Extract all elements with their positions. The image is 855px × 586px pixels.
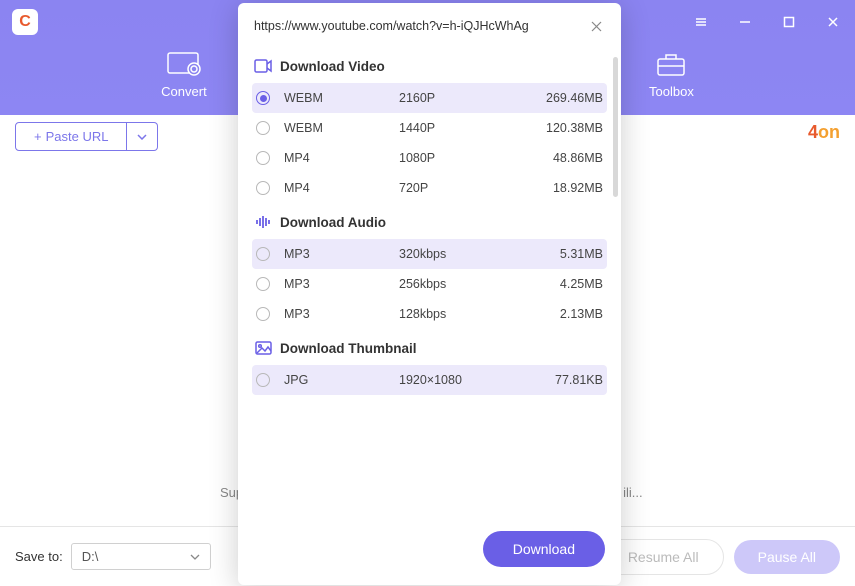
size-label: 5.31MB	[533, 247, 603, 261]
minimize-button[interactable]	[723, 0, 767, 44]
quality-label: 1080P	[399, 151, 533, 165]
audio-option-row[interactable]: MP3128kbps2.13MB	[252, 299, 607, 329]
radio[interactable]	[256, 373, 270, 387]
size-label: 4.25MB	[533, 277, 603, 291]
format-label: MP3	[284, 277, 399, 291]
paste-url-button[interactable]: +Paste URL	[15, 122, 127, 151]
tab-toolbox[interactable]: Toolbox	[649, 50, 694, 99]
quality-label: 128kbps	[399, 307, 533, 321]
format-label: MP4	[284, 151, 399, 165]
download-button[interactable]: Download	[483, 531, 605, 567]
brand-badge: 4on	[808, 122, 840, 143]
url-input[interactable]	[254, 19, 577, 33]
audio-icon	[254, 213, 272, 231]
video-icon	[254, 57, 272, 75]
quality-label: 720P	[399, 181, 533, 195]
size-label: 120.38MB	[533, 121, 603, 135]
tab-toolbox-label: Toolbox	[649, 84, 694, 99]
format-label: MP3	[284, 247, 399, 261]
video-option-row[interactable]: WEBM2160P269.46MB	[252, 83, 607, 113]
quality-label: 320kbps	[399, 247, 533, 261]
size-label: 2.13MB	[533, 307, 603, 321]
convert-icon	[166, 50, 202, 78]
download-options-modal: Download Video WEBM2160P269.46MBWEBM1440…	[238, 3, 621, 585]
radio[interactable]	[256, 91, 270, 105]
scrollbar[interactable]	[613, 57, 618, 197]
radio[interactable]	[256, 151, 270, 165]
format-label: JPG	[284, 373, 399, 387]
video-option-row[interactable]: MP4720P18.92MB	[252, 173, 607, 203]
format-label: WEBM	[284, 91, 399, 105]
radio[interactable]	[256, 307, 270, 321]
radio[interactable]	[256, 121, 270, 135]
menu-button[interactable]	[679, 0, 723, 44]
tab-convert-label: Convert	[161, 84, 207, 99]
video-section-title: Download Video	[280, 59, 385, 74]
format-label: WEBM	[284, 121, 399, 135]
size-label: 48.86MB	[533, 151, 603, 165]
saveto-select[interactable]: D:\	[71, 543, 211, 570]
format-label: MP3	[284, 307, 399, 321]
chevron-down-icon	[190, 554, 200, 560]
format-label: MP4	[284, 181, 399, 195]
close-button[interactable]	[811, 0, 855, 44]
toolbox-icon	[653, 50, 689, 78]
video-option-row[interactable]: MP41080P48.86MB	[252, 143, 607, 173]
app-logo: C	[12, 9, 38, 35]
radio[interactable]	[256, 181, 270, 195]
video-option-row[interactable]: WEBM1440P120.38MB	[252, 113, 607, 143]
size-label: 77.81KB	[533, 373, 603, 387]
pause-all-button[interactable]: Pause All	[734, 540, 840, 574]
quality-label: 1920×1080	[399, 373, 533, 387]
size-label: 18.92MB	[533, 181, 603, 195]
saveto-label: Save to:	[15, 549, 63, 564]
chevron-down-icon	[137, 134, 147, 140]
quality-label: 256kbps	[399, 277, 533, 291]
image-icon	[254, 339, 272, 357]
audio-section-title: Download Audio	[280, 215, 386, 230]
thumb-section-title: Download Thumbnail	[280, 341, 417, 356]
tab-convert[interactable]: Convert	[161, 50, 207, 99]
modal-close-button[interactable]	[587, 17, 605, 35]
thumb-option-row[interactable]: JPG1920×108077.81KB	[252, 365, 607, 395]
quality-label: 1440P	[399, 121, 533, 135]
size-label: 269.46MB	[533, 91, 603, 105]
quality-label: 2160P	[399, 91, 533, 105]
maximize-button[interactable]	[767, 0, 811, 44]
paste-url-dropdown[interactable]	[127, 122, 158, 151]
radio[interactable]	[256, 277, 270, 291]
audio-option-row[interactable]: MP3320kbps5.31MB	[252, 239, 607, 269]
audio-option-row[interactable]: MP3256kbps4.25MB	[252, 269, 607, 299]
radio[interactable]	[256, 247, 270, 261]
